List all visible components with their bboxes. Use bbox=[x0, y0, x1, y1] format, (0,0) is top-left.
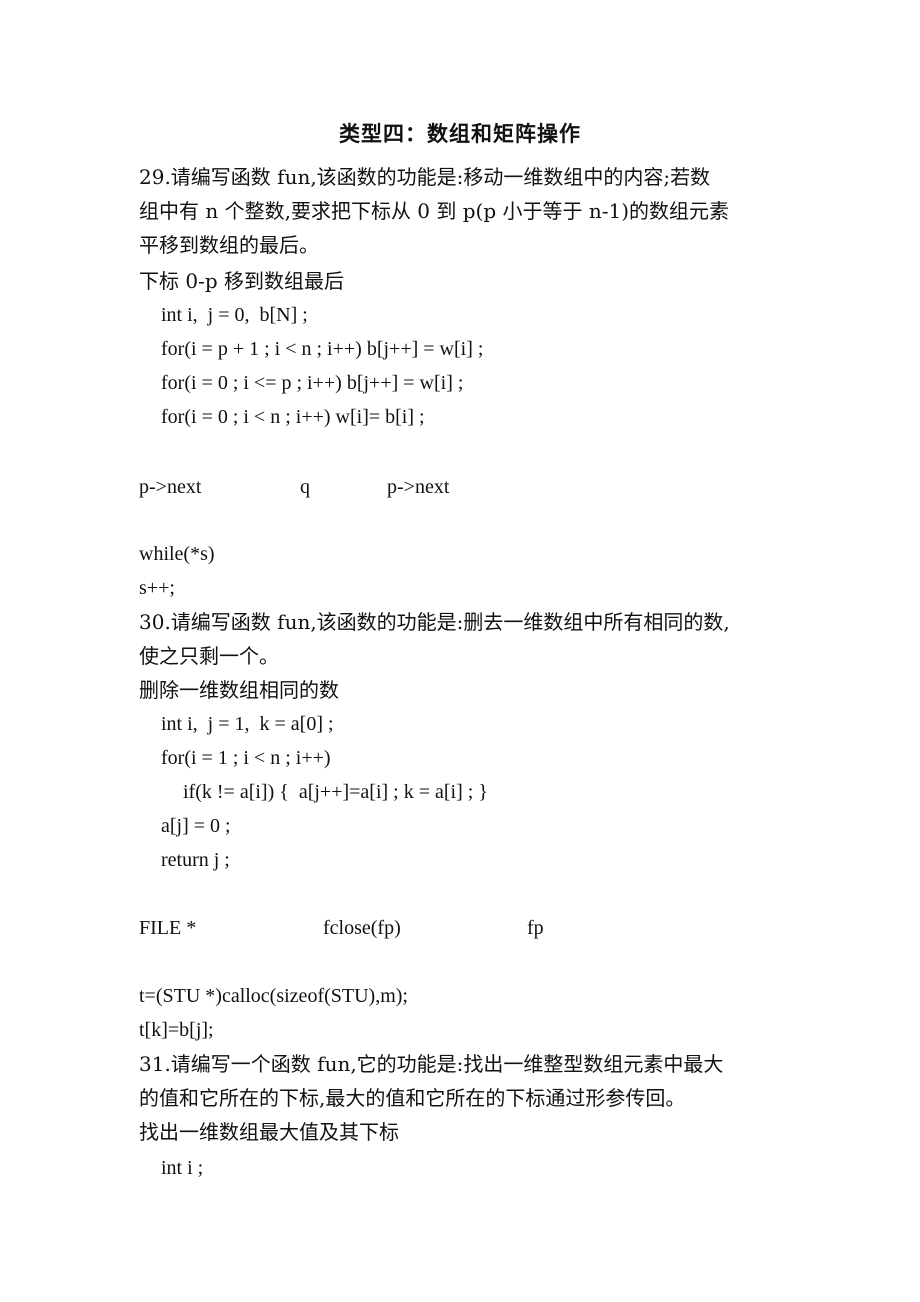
q29-blank-answer-3: p->next bbox=[387, 476, 450, 498]
q31-subtitle: 找出一维数组最大值及其下标 bbox=[139, 1120, 399, 1144]
q30-text-line-2: 使之只剩一个。 bbox=[139, 644, 279, 668]
q29-subtitle: 下标 0-p 移到数组最后 bbox=[139, 269, 344, 293]
q30-blank-answer-2: fclose(fp) bbox=[323, 917, 401, 939]
q30-code-line: a[j] = 0 ; bbox=[161, 815, 231, 837]
q30-blank-answer-1: FILE * bbox=[139, 917, 197, 939]
q30-extra-line: t=(STU *)calloc(sizeof(STU),m); bbox=[139, 985, 408, 1007]
q30-subtitle: 删除一维数组相同的数 bbox=[139, 678, 339, 702]
q31-text-line-1: 31.请编写一个函数 fun,它的功能是:找出一维整型数组元素中最大 bbox=[139, 1052, 724, 1076]
q31-code-line: int i ; bbox=[161, 1157, 204, 1179]
q29-text-line-2: 组中有 n 个整数,要求把下标从 0 到 p(p 小于等于 n-1)的数组元素 bbox=[139, 199, 730, 223]
q30-extra-line: t[k]=b[j]; bbox=[139, 1019, 214, 1041]
q29-code-line: int i, j = 0, b[N] ; bbox=[161, 304, 308, 326]
q30-code-line: if(k != a[i]) { a[j++]=a[i] ; k = a[i] ;… bbox=[183, 781, 488, 803]
q30-code-line: for(i = 1 ; i < n ; i++) bbox=[161, 747, 331, 769]
q29-text-line-1: 29.请编写函数 fun,该函数的功能是:移动一维数组中的内容;若数 bbox=[139, 165, 711, 189]
document-page: 类型四：数组和矩阵操作 29.请编写函数 fun,该函数的功能是:移动一维数组中… bbox=[0, 0, 920, 1302]
page-title: 类型四：数组和矩阵操作 bbox=[339, 122, 581, 146]
q29-extra-line: while(*s) bbox=[139, 543, 215, 565]
q29-code-line: for(i = p + 1 ; i < n ; i++) b[j++] = w[… bbox=[161, 338, 484, 360]
q31-text-line-2: 的值和它所在的下标,最大的值和它所在的下标通过形参传回。 bbox=[139, 1086, 686, 1110]
q29-code-line: for(i = 0 ; i < n ; i++) w[i]= b[i] ; bbox=[161, 406, 425, 428]
q30-text-line-1: 30.请编写函数 fun,该函数的功能是:删去一维数组中所有相同的数, bbox=[139, 610, 730, 634]
q29-blank-answer-1: p->next bbox=[139, 476, 202, 498]
q29-code-line: for(i = 0 ; i <= p ; i++) b[j++] = w[i] … bbox=[161, 372, 464, 394]
q29-text-line-3: 平移到数组的最后。 bbox=[139, 233, 319, 257]
q30-code-line: return j ; bbox=[161, 849, 230, 871]
q29-extra-line: s++; bbox=[139, 577, 175, 599]
q30-code-line: int i, j = 1, k = a[0] ; bbox=[161, 713, 334, 735]
q30-blank-answer-3: fp bbox=[527, 917, 544, 939]
q29-blank-answer-2: q bbox=[300, 476, 310, 498]
